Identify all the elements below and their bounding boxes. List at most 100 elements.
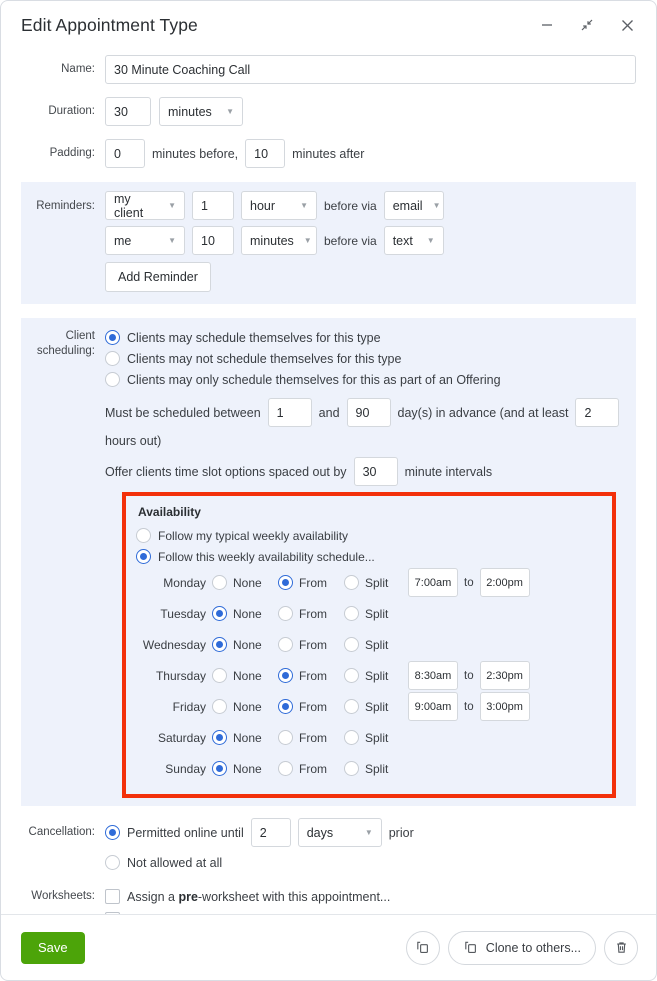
day-option-none[interactable]: None: [212, 575, 278, 590]
padding-after-input[interactable]: 10: [245, 139, 286, 168]
cancellation-unit-select[interactable]: days ▼: [297, 818, 382, 847]
day-option-split[interactable]: Split: [344, 761, 406, 776]
radio-icon[interactable]: [105, 372, 120, 387]
end-time-input[interactable]: 2:00pm: [479, 568, 530, 597]
option-label: From: [299, 575, 327, 590]
day-option-split[interactable]: Split: [344, 575, 406, 590]
radio-icon[interactable]: [278, 730, 293, 745]
add-reminder-button[interactable]: Add Reminder: [105, 262, 211, 292]
radio-icon[interactable]: [212, 606, 227, 621]
copy-icon: [463, 940, 478, 955]
day-option-from[interactable]: From: [278, 761, 344, 776]
radio-icon[interactable]: [278, 668, 293, 683]
padding-before-input[interactable]: 0: [105, 139, 145, 168]
radio-icon[interactable]: [344, 699, 359, 714]
min-days-input[interactable]: 1: [267, 398, 312, 427]
reminder-amount-input[interactable]: 1: [192, 191, 234, 220]
close-button[interactable]: [616, 14, 638, 36]
day-option-split[interactable]: Split: [344, 699, 406, 714]
radio-icon[interactable]: [344, 730, 359, 745]
option-label: Split: [365, 668, 389, 683]
day-option-from[interactable]: From: [278, 730, 344, 745]
radio-icon[interactable]: [105, 351, 120, 366]
reminder-who-select[interactable]: my client ▼: [105, 191, 185, 220]
radio-icon[interactable]: [278, 606, 293, 621]
radio-icon[interactable]: [344, 761, 359, 776]
day-option-split[interactable]: Split: [344, 606, 406, 621]
radio-icon[interactable]: [344, 575, 359, 590]
start-time-input[interactable]: 9:00am: [408, 692, 458, 721]
reminder-channel-select[interactable]: text ▼: [383, 226, 444, 255]
radio-icon[interactable]: [344, 637, 359, 652]
client-scheduling-option-offering[interactable]: Clients may only schedule themselves for…: [105, 369, 636, 390]
cancellation-option-permitted[interactable]: Permitted online until 2 days ▼ prior: [105, 818, 636, 847]
save-button[interactable]: Save: [21, 931, 85, 964]
restore-button[interactable]: [576, 14, 598, 36]
reminder-channel-select[interactable]: email ▼: [383, 191, 444, 220]
radio-icon[interactable]: [212, 637, 227, 652]
radio-icon[interactable]: [278, 699, 293, 714]
day-option-none[interactable]: None: [212, 699, 278, 714]
duration-input[interactable]: 30: [105, 97, 151, 126]
day-option-from[interactable]: From: [278, 637, 344, 652]
day-option-none[interactable]: None: [212, 761, 278, 776]
minimize-button[interactable]: [536, 14, 558, 36]
availability-mode-typical[interactable]: Follow my typical weekly availability: [136, 525, 602, 546]
reminder-unit-select[interactable]: minutes ▼: [241, 226, 317, 255]
day-option-from[interactable]: From: [278, 699, 344, 714]
availability-mode-weekly[interactable]: Follow this weekly availability schedule…: [136, 546, 602, 567]
worksheet-pre-option[interactable]: Assign a pre-worksheet with this appoint…: [105, 885, 636, 908]
radio-icon[interactable]: [105, 330, 120, 345]
checkbox-icon[interactable]: [105, 889, 120, 904]
start-time-input[interactable]: 8:30am: [408, 661, 458, 690]
day-option-from[interactable]: From: [278, 606, 344, 621]
duration-unit-select[interactable]: minutes ▼: [159, 97, 243, 126]
start-time-input[interactable]: 7:00am: [408, 568, 458, 597]
end-time-input[interactable]: 2:30pm: [479, 661, 530, 690]
min-hours-input[interactable]: 2: [575, 398, 620, 427]
copy-button[interactable]: [405, 930, 440, 965]
radio-icon[interactable]: [105, 825, 120, 840]
radio-icon[interactable]: [278, 761, 293, 776]
end-time-input[interactable]: 3:00pm: [479, 692, 530, 721]
day-option-none[interactable]: None: [212, 730, 278, 745]
radio-icon[interactable]: [344, 606, 359, 621]
radio-icon[interactable]: [136, 528, 151, 543]
client-scheduling-option-self[interactable]: Clients may schedule themselves for this…: [105, 327, 636, 348]
day-option-from[interactable]: From: [278, 668, 344, 683]
name-input[interactable]: 30 Minute Coaching Call: [105, 55, 636, 84]
delete-button[interactable]: [604, 930, 638, 965]
option-label: Split: [365, 637, 389, 652]
radio-icon[interactable]: [278, 575, 293, 590]
radio-icon[interactable]: [212, 575, 227, 590]
slot-interval-input[interactable]: 30: [353, 457, 398, 486]
radio-icon[interactable]: [212, 668, 227, 683]
client-scheduling-option-no-self[interactable]: Clients may not schedule themselves for …: [105, 348, 636, 369]
cancellation-option-not-allowed[interactable]: Not allowed at all: [105, 852, 636, 873]
reminder-amount-input[interactable]: 10: [192, 226, 234, 255]
cancellation-value-input[interactable]: 2: [250, 818, 291, 847]
day-option-split[interactable]: Split: [344, 637, 406, 652]
day-option-none[interactable]: None: [212, 668, 278, 683]
option-label: Split: [365, 575, 389, 590]
day-option-from[interactable]: From: [278, 575, 344, 590]
radio-icon[interactable]: [105, 855, 120, 870]
slot-prefix-text: Offer clients time slot options spaced o…: [105, 464, 347, 479]
day-times: 7:00am to 2:00pm: [408, 568, 530, 597]
option-label: From: [299, 668, 327, 683]
max-days-input[interactable]: 90: [346, 398, 391, 427]
radio-icon[interactable]: [136, 549, 151, 564]
radio-icon[interactable]: [212, 761, 227, 776]
radio-icon[interactable]: [344, 668, 359, 683]
option-label: Split: [365, 730, 389, 745]
radio-icon[interactable]: [212, 730, 227, 745]
reminder-unit-select[interactable]: hour ▼: [241, 191, 317, 220]
clone-to-others-button[interactable]: Clone to others...: [447, 930, 596, 965]
reminder-who-select[interactable]: me ▼: [105, 226, 185, 255]
day-option-split[interactable]: Split: [344, 668, 406, 683]
day-option-none[interactable]: None: [212, 606, 278, 621]
radio-icon[interactable]: [212, 699, 227, 714]
day-option-split[interactable]: Split: [344, 730, 406, 745]
radio-icon[interactable]: [278, 637, 293, 652]
day-option-none[interactable]: None: [212, 637, 278, 652]
